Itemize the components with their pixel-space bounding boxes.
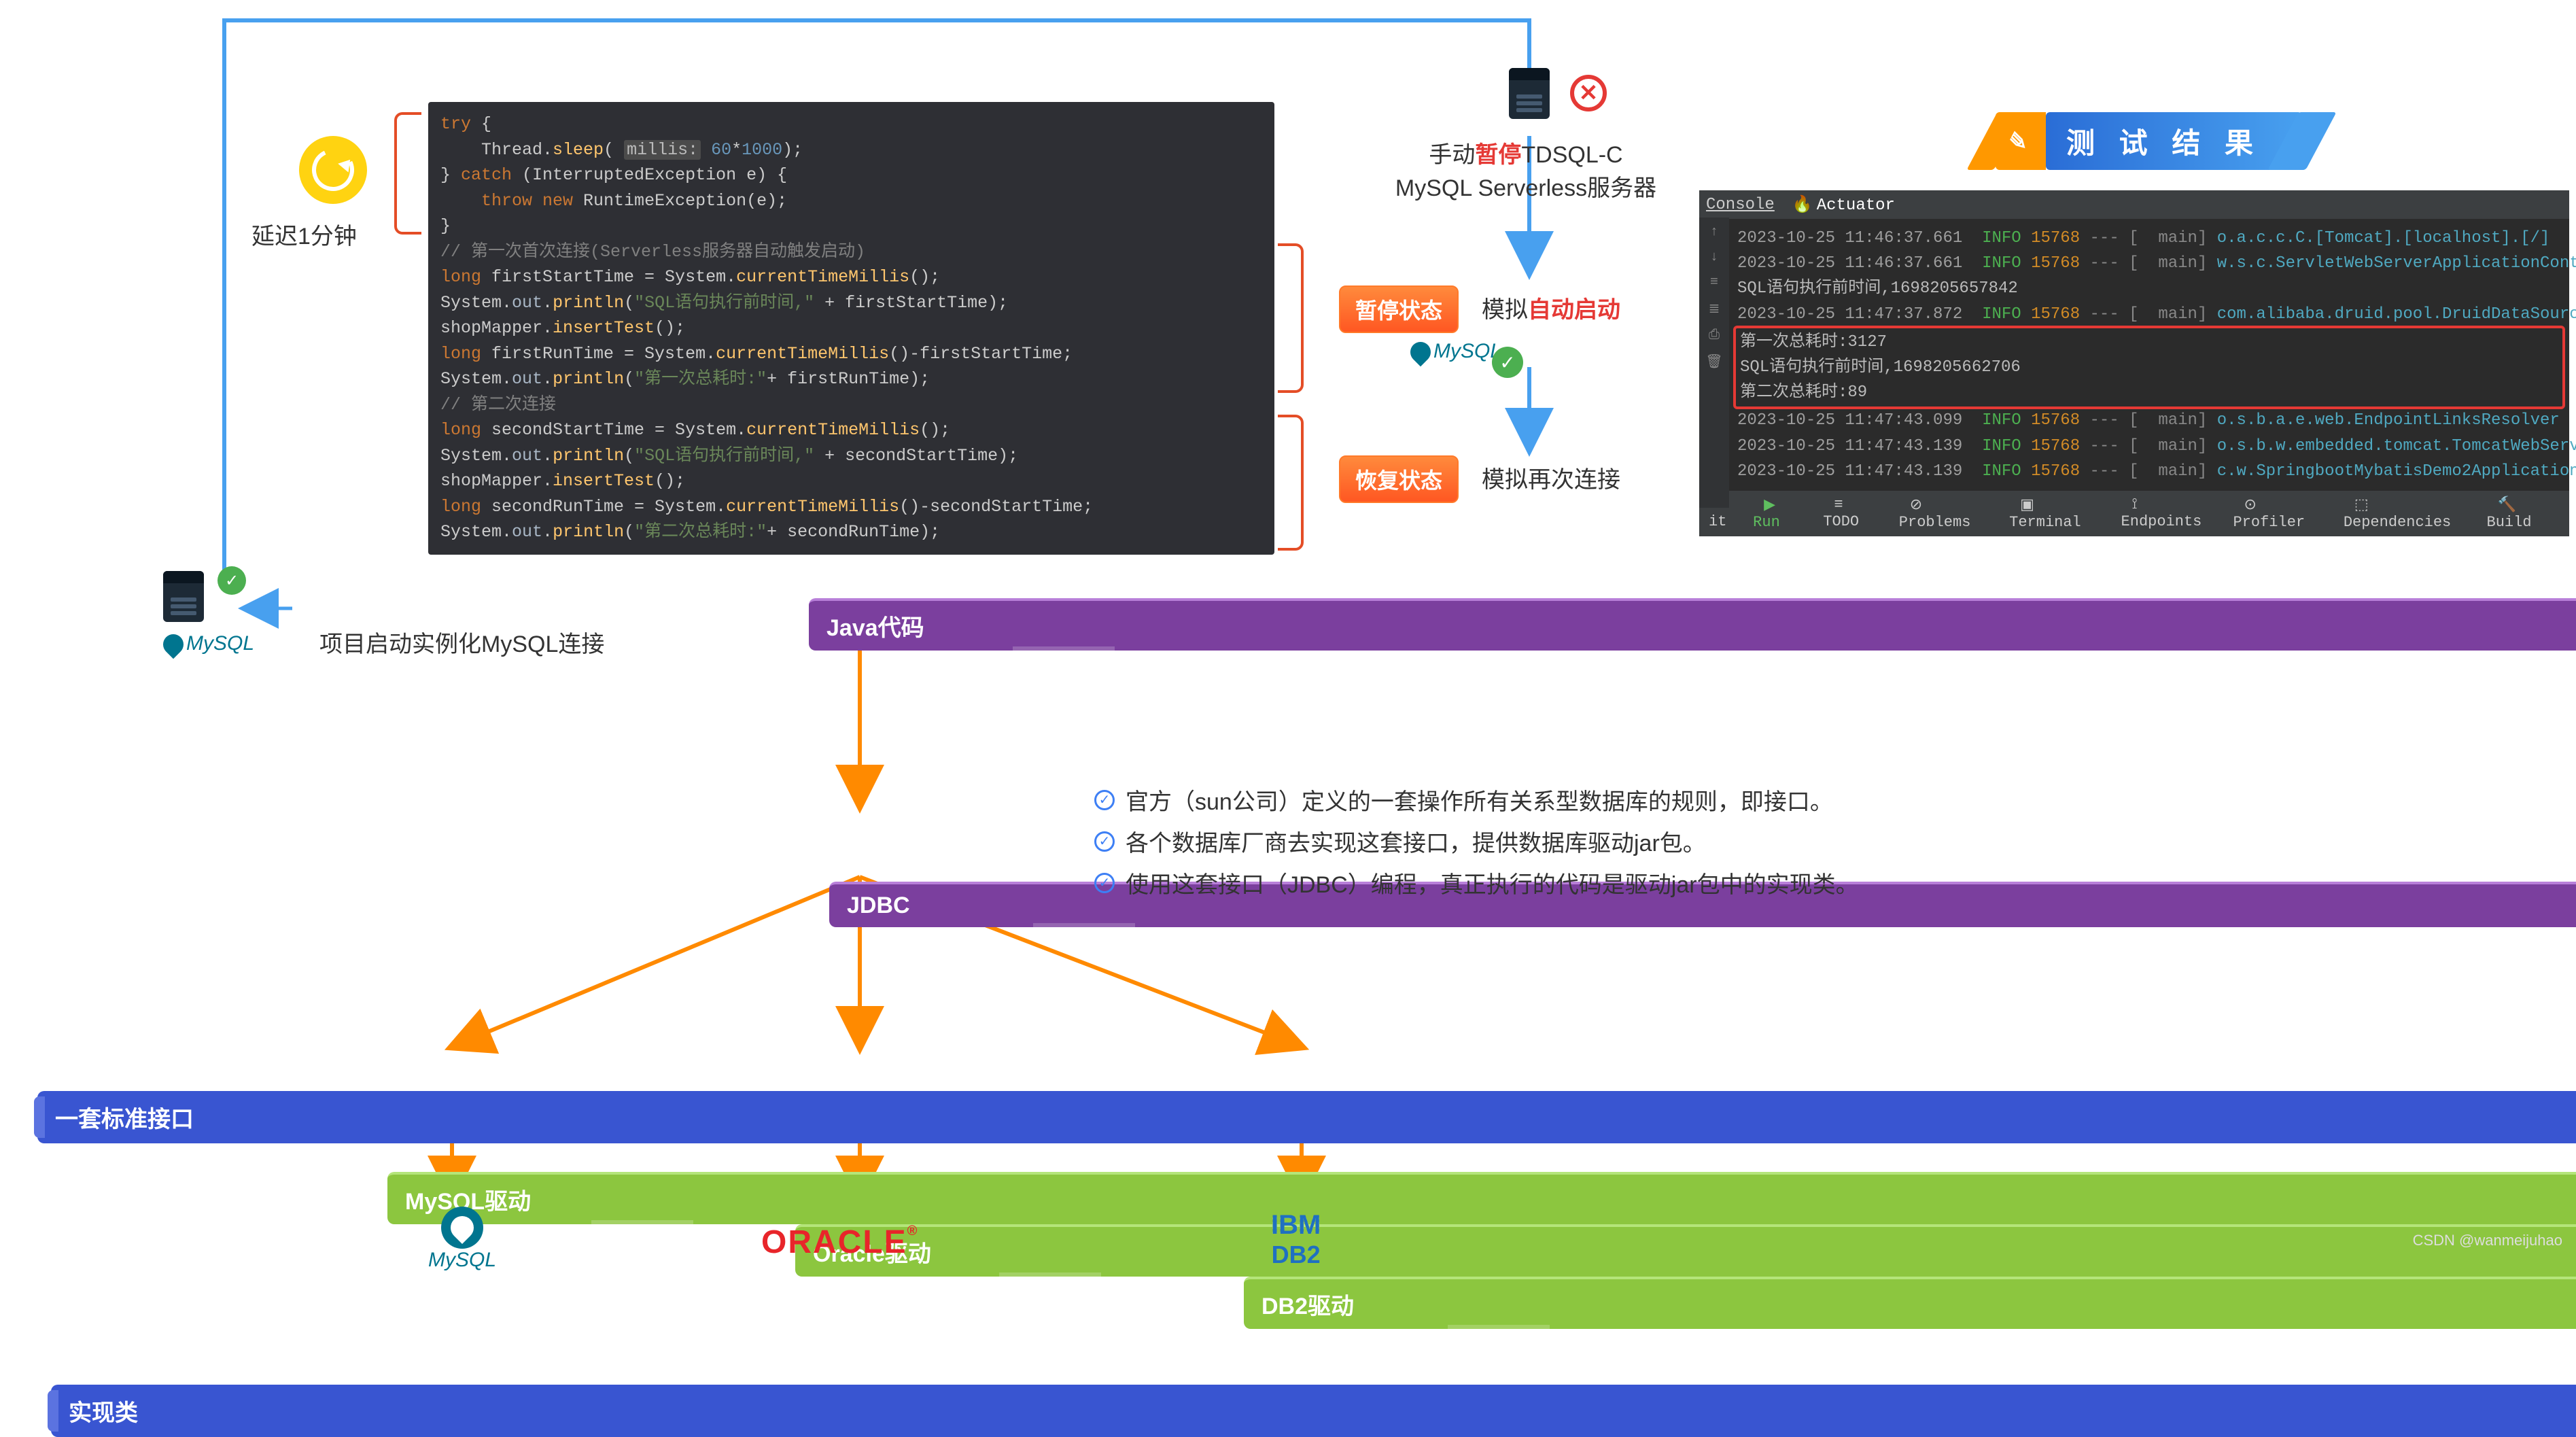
tool-profiler[interactable]: ⊙ Profiler xyxy=(2233,496,2324,531)
console-output: 2023-10-25 11:46:37.661 INFO 15768 --- [… xyxy=(1729,219,2569,491)
close-icon: ✕ xyxy=(1570,75,1607,111)
jdbc-description-list: ✓官方（sun公司）定义的一套操作所有关系型数据库的规则，即接口。 ✓各个数据库… xyxy=(1094,775,1859,907)
mysql-driver-node: MySQL驱动 xyxy=(387,1172,2576,1224)
check-icon: ✓ xyxy=(1492,347,1523,378)
check-icon: ✓ xyxy=(1094,873,1115,893)
timer-icon xyxy=(299,136,367,204)
tool-todo[interactable]: ≡ TODO xyxy=(1823,496,1879,530)
brace-pause xyxy=(1278,243,1304,393)
mysql-vendor-logo: MySQL xyxy=(428,1207,496,1272)
java-code-block: try { Thread.sleep( millis: 60*1000); } … xyxy=(428,102,1274,555)
impl-class-tag: 实现类 xyxy=(51,1385,2576,1437)
soft-wrap-icon[interactable]: ≡ xyxy=(1710,275,1718,290)
check-icon: ✓ xyxy=(217,566,246,595)
db2-driver-node: DB2驱动 xyxy=(1244,1277,2576,1329)
standard-interface-tag: 一套标准接口 xyxy=(37,1091,2576,1143)
list-item: ✓官方（sun公司）定义的一套操作所有关系型数据库的规则，即接口。 xyxy=(1094,783,1859,816)
watermark: CSDN @wanmeijuhao xyxy=(2413,1232,2562,1249)
list-item: ✓各个数据库厂商去实现这套接口，提供数据库驱动jar包。 xyxy=(1094,825,1859,858)
ide-console: Console Actuator ↑ ↓ ≡ ≣ ⎙ 🗑 2023-10-25 … xyxy=(1699,190,2569,536)
manual-pause-text: 手动暂停TDSQL-C MySQL Serverless服务器 xyxy=(1380,136,1672,203)
sim-auto-start: 模拟自动启动 xyxy=(1482,291,1620,324)
oracle-vendor-logo: ORACLE® xyxy=(761,1224,918,1261)
brace-resume xyxy=(1278,415,1304,551)
resume-state-pill: 恢复状态 xyxy=(1339,455,1459,503)
tool-problems[interactable]: ⊘ Problems xyxy=(1899,496,1990,531)
tool-endpoints[interactable]: ⟟ Endpoints xyxy=(2121,496,2214,530)
mysql-logo: MySQL xyxy=(163,632,254,655)
server-icon xyxy=(1509,68,1550,119)
brace-left xyxy=(394,112,421,235)
sim-reconnect: 模拟再次连接 xyxy=(1482,461,1620,494)
local-server-icon xyxy=(163,571,204,622)
console-tabs: Console Actuator xyxy=(1699,190,2569,219)
delay-label: 延迟1分钟 xyxy=(251,218,357,251)
tool-build[interactable]: 🔨 Build xyxy=(2487,496,2560,531)
tab-actuator[interactable]: Actuator xyxy=(1792,194,1895,215)
java-code-node: Java代码 xyxy=(809,598,2576,651)
ibm-db2-vendor-logo: IBM DB2 xyxy=(1271,1210,1321,1269)
pause-state-pill: 暂停状态 xyxy=(1339,285,1459,333)
down-icon[interactable]: ↓ xyxy=(1710,249,1718,265)
test-result-banner: ✎测 试 结 果 xyxy=(2046,112,2302,170)
up-icon[interactable]: ↑ xyxy=(1710,224,1718,240)
tool-run[interactable]: ▶ Run xyxy=(1753,496,1804,531)
console-gutter: ↑ ↓ ≡ ≣ ⎙ 🗑 xyxy=(1699,218,1729,508)
tool-terminal[interactable]: ▣ Terminal xyxy=(2009,496,2102,531)
check-icon: ✓ xyxy=(1094,831,1115,852)
oracle-driver-node: Oracle驱动 xyxy=(795,1224,2576,1277)
list-item: ✓使用这套接口（JDBC）编程，真正执行的代码是驱动jar包中的实现类。 xyxy=(1094,866,1859,899)
mysql-small-logo: MySQL xyxy=(1410,340,1501,363)
tool-dependencies[interactable]: ⬚ Dependencies xyxy=(2344,496,2468,531)
print-icon[interactable]: ⎙ xyxy=(1709,327,1720,343)
trash-icon[interactable]: 🗑 xyxy=(1705,353,1722,370)
tab-console[interactable]: Console xyxy=(1706,196,1775,214)
check-icon: ✓ xyxy=(1094,790,1115,810)
console-bottom-toolbar: it ▶ Run ≡ TODO ⊘ Problems ▣ Terminal ⟟ … xyxy=(1699,491,2569,536)
instantiate-label: 项目启动实例化MySQL连接 xyxy=(319,625,604,659)
scroll-icon[interactable]: ≣ xyxy=(1709,300,1720,317)
